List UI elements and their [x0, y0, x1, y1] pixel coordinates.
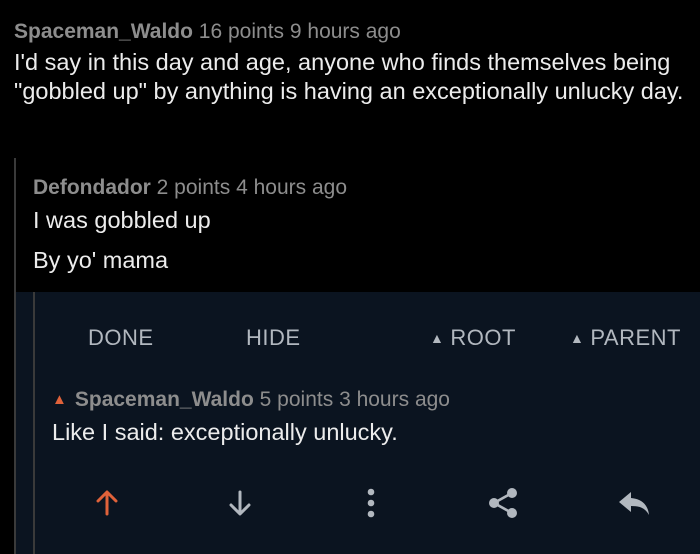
share-button[interactable]	[483, 483, 523, 523]
hide-button[interactable]: HIDE	[246, 325, 301, 351]
comment-meta: Spaceman_Waldo 16 points 9 hours ago	[14, 20, 690, 44]
downvote-icon	[229, 490, 251, 516]
comment-age: 4 hours ago	[236, 176, 347, 199]
triangle-up-icon: ▲	[430, 330, 445, 346]
comment-spaceman-waldo-root[interactable]: Spaceman_Waldo 16 points 9 hours ago I'd…	[14, 20, 690, 106]
upvoted-indicator-icon: ▲	[52, 391, 67, 408]
comment-body: I'd say in this day and age, anyone who …	[14, 49, 684, 104]
comment-meta: Defondador 2 points 4 hours ago	[33, 176, 683, 200]
comment-points: 16 points	[198, 20, 285, 43]
comment-defondador[interactable]: Defondador 2 points 4 hours ago I was go…	[33, 176, 683, 275]
comment-age: 3 hours ago	[339, 388, 450, 411]
done-button[interactable]: DONE	[88, 325, 154, 351]
downvote-button[interactable]	[220, 483, 260, 523]
more-vertical-icon	[367, 488, 375, 518]
triangle-up-icon: ▲	[570, 330, 585, 346]
thread-indent-line	[33, 292, 35, 554]
comment-author[interactable]: Spaceman_Waldo	[75, 388, 254, 411]
comment-points: 2 points	[156, 176, 231, 199]
comment-body-line: I was gobbled up	[33, 207, 211, 233]
upvote-button[interactable]	[87, 483, 127, 523]
comment-age: 9 hours ago	[289, 20, 401, 43]
comment-body: Like I said: exceptionally unlucky.	[52, 419, 398, 445]
reply-icon	[619, 492, 649, 515]
comment-spaceman-waldo-reply[interactable]: ▲ Spaceman_Waldo 5 points 3 hours ago Lik…	[52, 388, 682, 447]
share-icon	[489, 488, 517, 518]
root-label: ROOT	[450, 325, 516, 350]
comment-body: I was gobbled up By yo' mama	[33, 206, 683, 275]
upvote-icon	[96, 490, 118, 516]
comment-author[interactable]: Defondador	[33, 176, 151, 199]
comment-points: 5 points	[259, 388, 334, 411]
parent-button[interactable]: ▲ PARENT	[570, 325, 681, 351]
comment-body-line: By yo' mama	[33, 247, 169, 273]
reply-button[interactable]	[614, 483, 654, 523]
more-options-button[interactable]	[351, 483, 391, 523]
comment-author[interactable]: Spaceman_Waldo	[14, 20, 193, 43]
root-button[interactable]: ▲ ROOT	[430, 325, 516, 351]
comment-meta: ▲ Spaceman_Waldo 5 points 3 hours ago	[52, 388, 682, 412]
parent-label: PARENT	[590, 325, 681, 350]
